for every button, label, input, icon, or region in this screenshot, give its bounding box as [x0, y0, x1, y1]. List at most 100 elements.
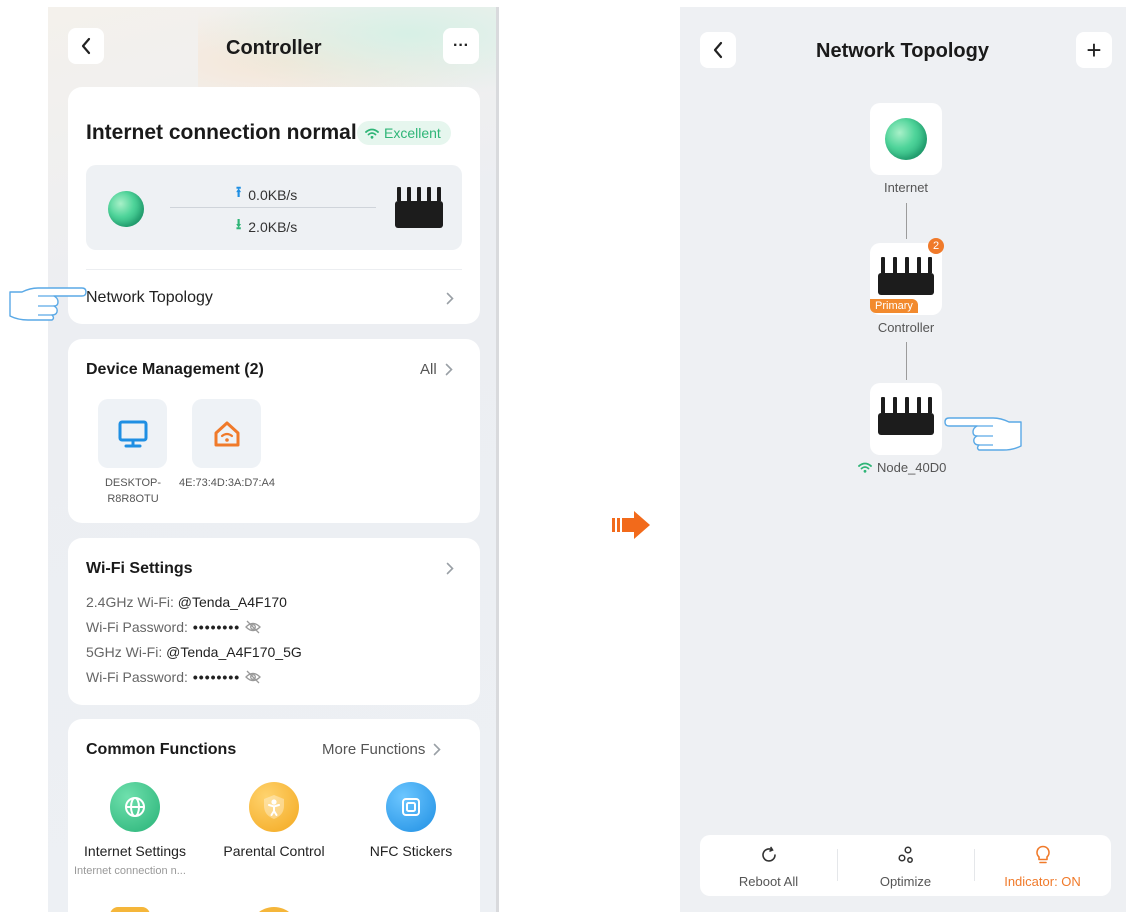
nfc-stickers-button[interactable] [386, 782, 436, 832]
page-title: Controller [226, 37, 322, 59]
node-label: Node_40D0 [877, 460, 947, 475]
function-sublabel: Internet connection n... [74, 865, 186, 877]
all-devices-link[interactable]: All [420, 361, 453, 378]
wifi-icon [365, 128, 379, 139]
speed-panel: ⭱ 0.0KB/s ⭳ 2.0KB/s [86, 165, 462, 250]
eye-off-icon[interactable] [245, 670, 262, 684]
wifi-line-label: 2.4GHz Wi-Fi: [86, 594, 174, 610]
common-functions-title: Common Functions [86, 741, 237, 758]
function-label: Parental Control [223, 843, 325, 859]
chevron-right-icon [445, 363, 453, 376]
more-button[interactable]: ··· [443, 28, 479, 64]
device-management-title: Device Management (2) [86, 361, 264, 378]
function-label: Internet Settings [84, 843, 186, 859]
wifi-24-password-row: Wi-Fi Password: •••••••• [86, 619, 262, 635]
download-speed: ⭳ 2.0KB/s [236, 214, 297, 239]
status-card: Internet connection normal Excellent ⭱ 0… [68, 87, 480, 324]
all-devices-label: All [420, 361, 437, 378]
divider [86, 269, 462, 270]
optimize-button[interactable]: Optimize [837, 835, 974, 896]
wifi-line-label: 5GHz Wi-Fi: [86, 644, 163, 660]
back-button[interactable] [700, 32, 736, 68]
wifi-password-value: •••••••• [192, 619, 241, 635]
wifi-line-label: Wi-Fi Password: [86, 669, 188, 685]
device-management-card: Device Management (2) All DESKTOP-R8R8OT… [68, 339, 480, 523]
arrow-right-icon [612, 511, 650, 539]
mesh-node[interactable] [870, 383, 942, 455]
upload-speed-value: 0.0KB/s [248, 186, 298, 203]
connection-status-title: Internet connection normal [86, 121, 357, 144]
network-topology-link[interactable]: Network Topology [86, 289, 213, 307]
smart-home-icon [214, 421, 239, 446]
primary-tag: Primary [870, 299, 918, 313]
more-functions-link[interactable]: More Functions [322, 741, 442, 758]
eye-off-icon[interactable] [245, 620, 262, 634]
controller-screen: Controller ··· Internet connection norma… [48, 7, 499, 912]
chevron-left-icon [713, 41, 723, 59]
nfc-icon [402, 798, 420, 816]
wifi-icon [858, 462, 872, 473]
bulb-icon [1035, 845, 1050, 864]
link-line [906, 342, 907, 380]
wifi-line-value: @Tenda_A4F170 [177, 594, 287, 610]
wifi-settings-title: Wi-Fi Settings [86, 560, 193, 577]
internet-globe-icon [885, 118, 927, 160]
globe-icon [125, 797, 145, 817]
router-icon [878, 257, 934, 295]
device-tile[interactable] [192, 399, 261, 468]
add-node-button[interactable]: + [1076, 32, 1112, 68]
indicator-label: Indicator: ON [1004, 874, 1081, 889]
optimize-label: Optimize [879, 874, 932, 889]
internet-settings-button[interactable] [110, 782, 160, 832]
download-speed-value: 2.0KB/s [248, 218, 298, 235]
function-icon-partial[interactable] [249, 907, 299, 912]
refresh-icon [761, 846, 776, 862]
speed-divider [170, 207, 376, 208]
wifi-password-value: •••••••• [192, 669, 241, 685]
device-name: DESKTOP-R8R8OTU [104, 477, 162, 505]
topology-screen: Network Topology + Internet 2 Primary Co… [680, 7, 1126, 912]
signal-quality-label: Excellent [384, 125, 441, 141]
node-label: Controller [877, 320, 935, 335]
router-icon [395, 187, 443, 228]
device-name: 4E:73:4D:3A:D7:A4 [178, 477, 275, 489]
download-arrow-icon: ⭳ [236, 216, 242, 233]
bottom-action-bar: Reboot All Optimize Indicator: ON [700, 835, 1111, 896]
wifi-5g-password-row: Wi-Fi Password: •••••••• [86, 669, 262, 685]
more-dots-icon: ··· [453, 37, 469, 54]
wifi-line-label: Wi-Fi Password: [86, 619, 188, 635]
internet-globe-icon [108, 191, 144, 227]
pointing-hand-icon [944, 417, 1022, 451]
reboot-all-button[interactable]: Reboot All [700, 835, 837, 896]
wifi-settings-card[interactable]: Wi-Fi Settings 2.4GHz Wi-Fi: @Tenda_A4F1… [68, 538, 480, 705]
client-count-badge: 2 [928, 238, 944, 254]
plus-icon: + [1086, 34, 1102, 65]
monitor-icon [118, 420, 147, 447]
function-label: NFC Stickers [369, 843, 453, 859]
chevron-right-icon [446, 562, 454, 575]
wifi-5g-ssid-row: 5GHz Wi-Fi: @Tenda_A4F170_5G [86, 644, 302, 660]
indicator-toggle[interactable]: Indicator: ON [974, 835, 1111, 896]
wifi-24-ssid-row: 2.4GHz Wi-Fi: @Tenda_A4F170 [86, 594, 287, 610]
chevron-left-icon [81, 37, 91, 55]
device-tile[interactable] [98, 399, 167, 468]
reboot-all-label: Reboot All [738, 874, 799, 889]
chevron-right-icon [434, 743, 442, 756]
page-title: Network Topology [816, 40, 989, 62]
optimize-icon [897, 846, 913, 863]
common-functions-card: Common Functions More Functions Internet… [68, 719, 480, 912]
link-line [906, 203, 907, 239]
router-icon [878, 397, 934, 435]
shield-child-icon [264, 795, 284, 819]
signal-quality-badge: Excellent [357, 121, 451, 145]
upload-speed: ⭱ 0.0KB/s [236, 182, 297, 207]
internet-node[interactable] [870, 103, 942, 175]
wifi-line-value: @Tenda_A4F170_5G [166, 644, 302, 660]
parental-control-button[interactable] [249, 782, 299, 832]
back-button[interactable] [68, 28, 104, 64]
more-functions-label: More Functions [322, 741, 426, 758]
pointing-hand-icon [9, 287, 87, 321]
node-label-row: Node_40D0 [858, 460, 946, 475]
chevron-right-icon [446, 292, 454, 305]
function-icon-partial[interactable] [110, 907, 150, 912]
